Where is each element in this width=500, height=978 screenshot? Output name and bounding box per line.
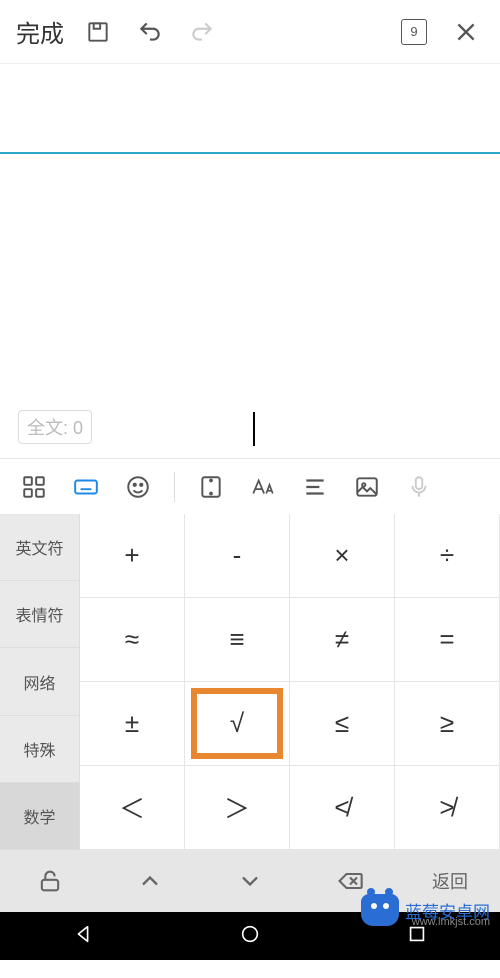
category-list: 英文符表情符网络特殊数学 <box>0 514 80 850</box>
done-button[interactable]: 完成 <box>12 8 68 55</box>
symbol-key[interactable]: ＞ <box>185 766 290 850</box>
symbol-keyboard: 英文符表情符网络特殊数学 +-×÷ ≈≡≠= ±√≤≥ ＜＞≮≯ 返回 <box>0 514 500 912</box>
nav-home-icon[interactable] <box>239 923 261 950</box>
separator <box>174 472 175 502</box>
format-toolbar <box>0 458 500 514</box>
image-icon[interactable] <box>343 466 391 508</box>
font-icon[interactable] <box>239 466 287 508</box>
category-tab[interactable]: 表情符 <box>0 581 80 648</box>
backspace-icon[interactable] <box>300 867 400 895</box>
keyboard-icon[interactable] <box>62 466 110 508</box>
mic-icon[interactable] <box>395 466 443 508</box>
symbol-key[interactable]: ≈ <box>80 598 185 682</box>
apps-icon[interactable] <box>10 466 58 508</box>
fullscreen-icon[interactable] <box>187 466 235 508</box>
nav-recent-icon[interactable] <box>406 923 428 950</box>
align-icon[interactable] <box>291 466 339 508</box>
chevron-up-icon[interactable] <box>100 867 200 895</box>
symbol-key[interactable]: ≯ <box>395 766 500 850</box>
content-editor[interactable]: 全文: 0 <box>0 154 500 458</box>
symbol-key[interactable]: ≮ <box>290 766 395 850</box>
emoji-icon[interactable] <box>114 466 162 508</box>
symbol-key[interactable]: ± <box>80 682 185 766</box>
category-tab[interactable]: 特殊 <box>0 716 80 783</box>
symbol-key[interactable]: ≡ <box>185 598 290 682</box>
category-tab[interactable]: 英文符 <box>0 514 80 581</box>
page-number-badge[interactable]: 9 <box>392 10 436 54</box>
redo-icon <box>180 10 224 54</box>
symbol-key[interactable]: × <box>290 514 395 598</box>
title-input-area[interactable] <box>0 64 500 154</box>
undo-icon[interactable] <box>128 10 172 54</box>
symbol-key[interactable]: ≥ <box>395 682 500 766</box>
symbol-key[interactable]: ＜ <box>80 766 185 850</box>
symbol-key[interactable]: √ <box>185 682 290 766</box>
category-tab[interactable]: 数学 <box>0 783 80 850</box>
symbol-key[interactable]: ≤ <box>290 682 395 766</box>
return-button[interactable]: 返回 <box>400 868 500 894</box>
close-icon[interactable] <box>444 10 488 54</box>
symbol-key[interactable]: = <box>395 598 500 682</box>
android-nav-bar <box>0 912 500 960</box>
symbol-key[interactable]: - <box>185 514 290 598</box>
symbol-key[interactable]: ≠ <box>290 598 395 682</box>
lock-icon[interactable] <box>0 867 100 895</box>
category-tab[interactable]: 网络 <box>0 648 80 715</box>
symbol-key[interactable]: + <box>80 514 185 598</box>
chevron-down-icon[interactable] <box>200 867 300 895</box>
symbol-grid: +-×÷ ≈≡≠= ±√≤≥ ＜＞≮≯ <box>80 514 500 850</box>
top-toolbar: 完成 9 <box>0 0 500 64</box>
nav-back-icon[interactable] <box>72 923 94 950</box>
save-icon[interactable] <box>76 10 120 54</box>
symbol-key[interactable]: ÷ <box>395 514 500 598</box>
word-count-badge: 全文: 0 <box>18 410 92 444</box>
text-cursor <box>253 412 255 446</box>
keyboard-bottom-bar: 返回 <box>0 850 500 912</box>
